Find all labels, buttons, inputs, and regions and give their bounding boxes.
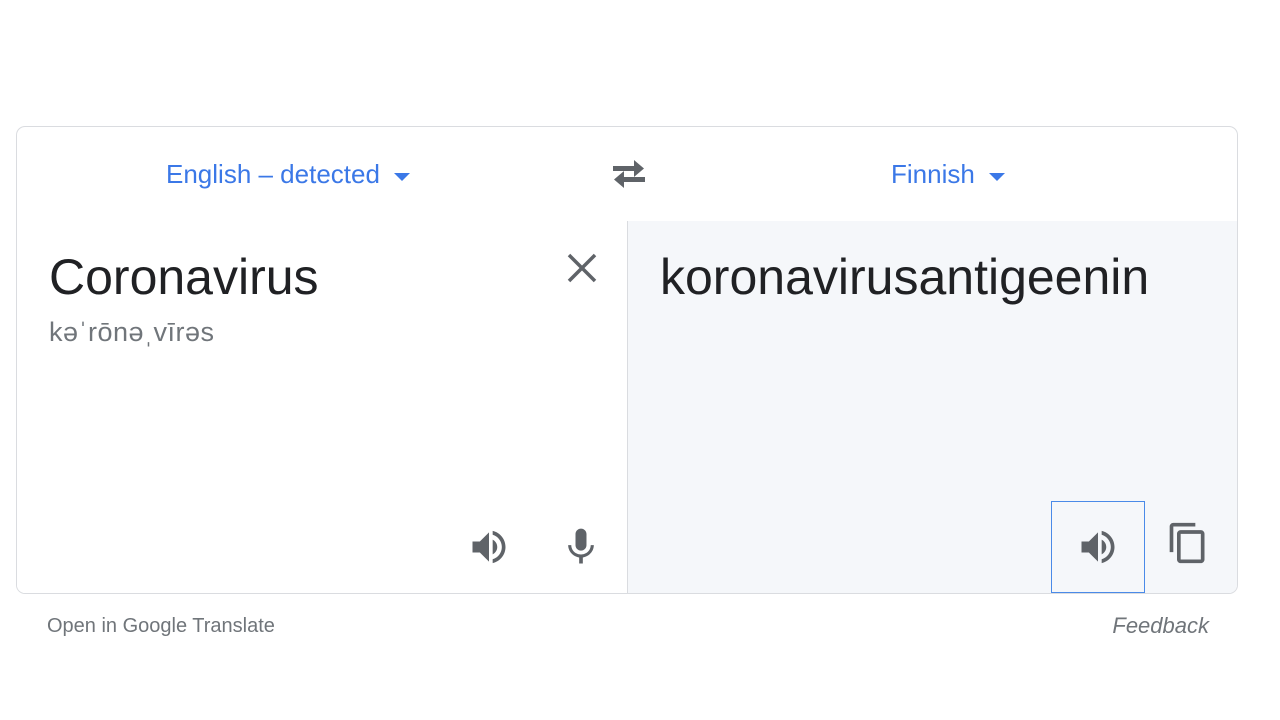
feedback-link[interactable]: Feedback <box>1112 613 1209 639</box>
source-language-selector[interactable]: English – detected <box>166 157 410 191</box>
language-bar: English – detected Finnish <box>17 127 1237 222</box>
swap-arrows-icon <box>613 160 645 188</box>
swap-languages-button[interactable] <box>605 155 653 193</box>
copy-translation-button[interactable] <box>1166 521 1210 565</box>
speaker-icon <box>472 530 506 564</box>
close-icon <box>567 253 597 283</box>
voice-input-button[interactable] <box>559 525 603 569</box>
clear-source-button[interactable] <box>563 249 601 287</box>
target-dropdown-caret-icon <box>988 173 1005 181</box>
target-panel: koronavirusantigeenin <box>628 221 1237 593</box>
listen-source-button[interactable] <box>467 525 511 569</box>
source-language-label: English – detected <box>166 158 380 189</box>
listen-translation-button[interactable] <box>1051 501 1145 593</box>
open-in-google-translate-link[interactable]: Open in Google Translate <box>47 615 275 638</box>
translate-card: English – detected Finnish Coronavirus k… <box>16 126 1238 594</box>
translated-text: koronavirusantigeenin <box>660 249 1150 305</box>
microphone-icon <box>568 528 594 564</box>
copy-icon <box>1169 522 1205 564</box>
target-language-label: Finnish <box>891 158 975 189</box>
source-dropdown-caret-icon <box>393 173 410 181</box>
source-panel[interactable]: Coronavirus kəˈrōnəˌvīrəs <box>17 221 628 593</box>
target-language-selector[interactable]: Finnish <box>891 157 1005 191</box>
source-phonetic: kəˈrōnəˌvīrəs <box>49 317 215 347</box>
source-text[interactable]: Coronavirus <box>49 247 319 307</box>
speaker-icon <box>1081 530 1115 564</box>
